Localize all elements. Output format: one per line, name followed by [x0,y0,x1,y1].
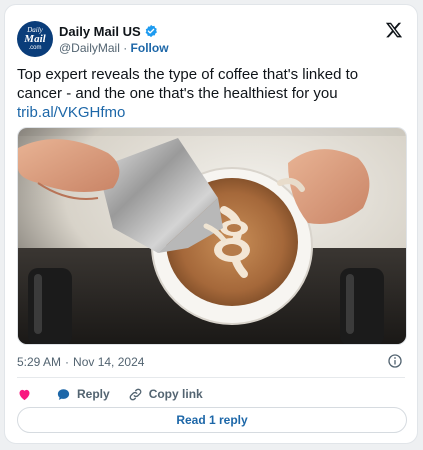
handle-separator: · [123,40,128,55]
heart-icon [19,389,30,400]
copy-link-button[interactable]: Copy link [128,387,203,402]
tweet-meta: 5:29 AM · Nov 14, 2024 [17,353,403,371]
info-icon[interactable] [387,353,403,369]
tweet-header: Daily Mail .com Daily Mail US @DailyMail… [17,17,405,61]
action-bar: Reply Copy link [17,383,221,405]
meta-separator: · [65,355,70,369]
reply-label: Reply [77,387,110,401]
author-info: Daily Mail US @DailyMail · Follow [59,24,169,55]
tweet-text: Top expert reveals the type of coffee th… [17,65,403,122]
reply-icon [57,388,70,400]
avatar-text-com: .com [28,45,42,51]
avatar[interactable]: Daily Mail .com [17,21,53,57]
tweet-image[interactable] [17,127,407,345]
coffee-photo [18,128,406,344]
link-icon [129,388,142,400]
display-name-row: Daily Mail US [59,24,169,39]
reply-button[interactable]: Reply [56,387,110,402]
tweet-time[interactable]: 5:29 AM [17,355,61,369]
tweet-date[interactable]: Nov 14, 2024 [73,355,144,369]
handle[interactable]: @DailyMail [59,41,120,55]
x-logo-icon[interactable] [385,21,403,39]
tweet-link[interactable]: trib.al/VKGHfmo [17,103,403,122]
read-replies-label: Read 1 reply [176,413,248,427]
read-replies-button[interactable]: Read 1 reply [17,407,407,433]
handle-row: @DailyMail · Follow [59,41,169,55]
copy-link-label: Copy link [148,387,203,401]
like-button[interactable] [17,387,38,402]
display-name[interactable]: Daily Mail US [59,24,141,39]
divider [17,377,405,378]
tweet-card: Daily Mail .com Daily Mail US @DailyMail… [4,4,418,444]
verified-badge-icon [145,24,157,38]
follow-button[interactable]: Follow [131,41,169,55]
tweet-body: Top expert reveals the type of coffee th… [17,66,359,102]
avatar-text-mail: Mail [24,33,46,45]
